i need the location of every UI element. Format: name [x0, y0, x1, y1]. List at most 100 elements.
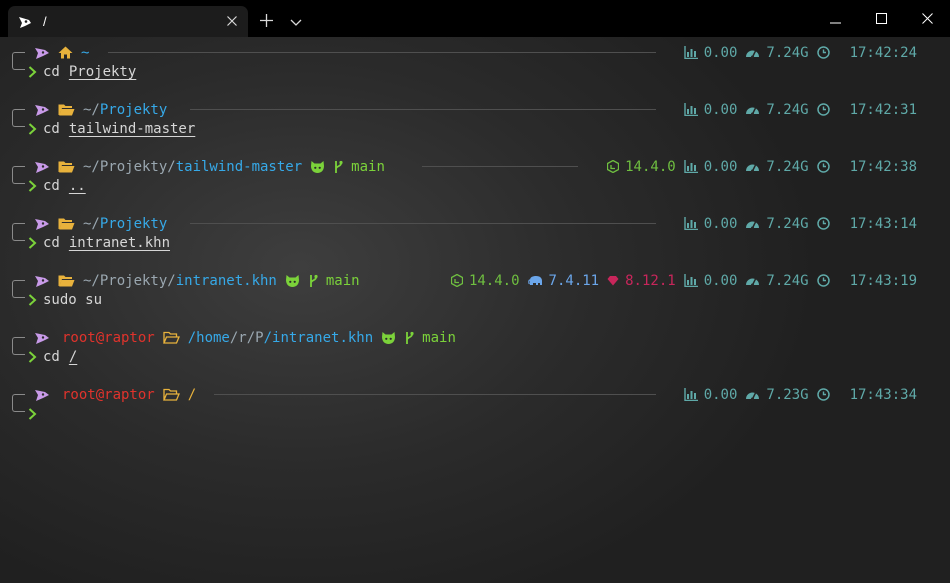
- prompt-chevron-icon: [28, 179, 37, 192]
- prompt-line: root@raptor /home/r/P/intranet.khn main: [34, 328, 464, 347]
- prompt-block: ~/Projekty 0.00 7.24G 17:43:14 cd intran…: [0, 214, 950, 254]
- root-user: root@raptor: [62, 329, 155, 346]
- git-branch: main: [422, 329, 456, 346]
- gauge-icon: [745, 274, 760, 287]
- cpu-chart-icon: [683, 388, 698, 401]
- node-version: 14.4.0: [468, 272, 520, 289]
- command-line: cd tailwind-master: [28, 119, 195, 138]
- gauge-icon: [745, 388, 760, 401]
- minimize-button[interactable]: [812, 0, 858, 37]
- path: ~/Projekty: [83, 101, 168, 118]
- prompt-connector: [12, 394, 25, 412]
- shell-logo-icon: [34, 331, 50, 345]
- command: cd: [43, 120, 60, 137]
- git-branch: main: [351, 158, 385, 175]
- status-segment: 0.00 7.23G 17:43:34: [676, 385, 917, 404]
- prompt-chevron-icon: [28, 293, 37, 306]
- cpu-chart-icon: [683, 46, 698, 59]
- prompt-chevron-icon: [28, 122, 37, 135]
- root-user: root@raptor: [62, 386, 155, 403]
- command-input-line[interactable]: [28, 404, 43, 423]
- prompt-line: ~/Projekty/intranet.khn main: [34, 271, 368, 290]
- prompt-connector: [12, 223, 25, 241]
- tab-dropdown-button[interactable]: [281, 6, 311, 37]
- shell-logo-icon: [34, 160, 50, 174]
- path: ~/Projekty: [83, 215, 168, 232]
- github-icon: [285, 274, 300, 288]
- prompt-separator: [214, 394, 656, 395]
- clock-icon: [816, 274, 830, 287]
- command-argument: /: [68, 348, 78, 365]
- memory-usage: 7.23G: [766, 386, 809, 403]
- close-window-button[interactable]: [904, 0, 950, 37]
- path: ~/Projekty/intranet.khn: [83, 272, 277, 289]
- cpu-chart-icon: [683, 217, 698, 230]
- prompt-block: root@raptor /home/r/P/intranet.khn main …: [0, 328, 950, 368]
- folder-open-icon: [58, 217, 75, 230]
- timestamp: 17:43:14: [849, 215, 917, 232]
- prompt-connector: [12, 337, 25, 355]
- clock-icon: [816, 46, 830, 59]
- prompt-line: ~/Projekty: [34, 214, 175, 233]
- prompt-line: ~/Projekty/tailwind-master main: [34, 157, 393, 176]
- prompt-connector: [12, 52, 25, 70]
- shell-logo-icon: [34, 103, 50, 117]
- memory-usage: 7.24G: [766, 215, 809, 232]
- timestamp: 17:42:38: [849, 158, 917, 175]
- tab-active[interactable]: /: [8, 6, 248, 37]
- cpu-load: 0.00: [703, 158, 738, 175]
- command-line: cd Projekty: [28, 62, 136, 81]
- terminal-shell-icon: [17, 14, 33, 30]
- cpu-load: 0.00: [703, 44, 738, 61]
- prompt-separator: [190, 109, 656, 110]
- command: cd: [43, 63, 60, 80]
- status-segment: 14.4.0 7.4.11 8.12.1 0.00 7.24G 17:43:19: [450, 271, 917, 290]
- prompt-block: ~/Projekty/intranet.khn main 14.4.0 7.4.…: [0, 271, 950, 311]
- prompt-connector: [12, 109, 25, 127]
- folder-open-icon: [58, 103, 75, 116]
- memory-usage: 7.24G: [766, 44, 809, 61]
- tab-title: /: [43, 14, 47, 29]
- gauge-icon: [745, 103, 760, 116]
- status-segment: 14.4.0 0.00 7.24G 17:42:38: [607, 157, 917, 176]
- path: /: [187, 386, 197, 403]
- cpu-load: 0.00: [703, 386, 738, 403]
- timestamp: 17:43:19: [849, 272, 917, 289]
- shell-logo-icon: [34, 217, 50, 231]
- maximize-icon: [875, 9, 887, 28]
- command-line: cd /: [28, 347, 77, 366]
- new-tab-button[interactable]: [251, 6, 281, 37]
- folder-open-outline-icon: [162, 388, 180, 401]
- timestamp: 17:43:34: [849, 386, 917, 403]
- timestamp: 17:42:24: [849, 44, 917, 61]
- prompt-chevron-icon: [28, 236, 37, 249]
- clock-icon: [816, 217, 830, 230]
- shell-logo-icon: [34, 46, 50, 60]
- node-version: 14.4.0: [625, 158, 676, 175]
- plus-icon: [259, 12, 273, 31]
- folder-open-outline-icon: [162, 331, 180, 344]
- command-argument: intranet.khn: [68, 234, 171, 251]
- close-icon: [921, 9, 933, 28]
- nodejs-icon: [450, 274, 463, 287]
- memory-usage: 7.24G: [766, 158, 809, 175]
- github-icon: [310, 160, 325, 174]
- cpu-chart-icon: [683, 274, 698, 287]
- title-bar: /: [0, 0, 950, 37]
- git-branch-icon: [333, 160, 343, 174]
- gauge-icon: [745, 217, 760, 230]
- close-tab-icon[interactable]: [225, 14, 239, 28]
- command-argument: Projekty: [68, 63, 137, 80]
- folder-open-icon: [58, 274, 75, 287]
- prompt-chevron-icon: [28, 407, 37, 420]
- command: cd: [43, 348, 60, 365]
- command: sudo su: [43, 291, 103, 308]
- prompt-connector: [12, 166, 25, 184]
- php-elephant-icon: [527, 275, 543, 287]
- maximize-button[interactable]: [858, 0, 904, 37]
- shell-logo-icon: [34, 274, 50, 288]
- prompt-block: ~/Projekty 0.00 7.24G 17:42:31 cd tailwi…: [0, 100, 950, 140]
- prompt-line: ~: [34, 43, 97, 62]
- command-argument: tailwind-master: [68, 120, 196, 137]
- terminal-output[interactable]: ~ 0.00 7.24G 17:42:24 cd Projekty ~/Proj…: [0, 37, 950, 583]
